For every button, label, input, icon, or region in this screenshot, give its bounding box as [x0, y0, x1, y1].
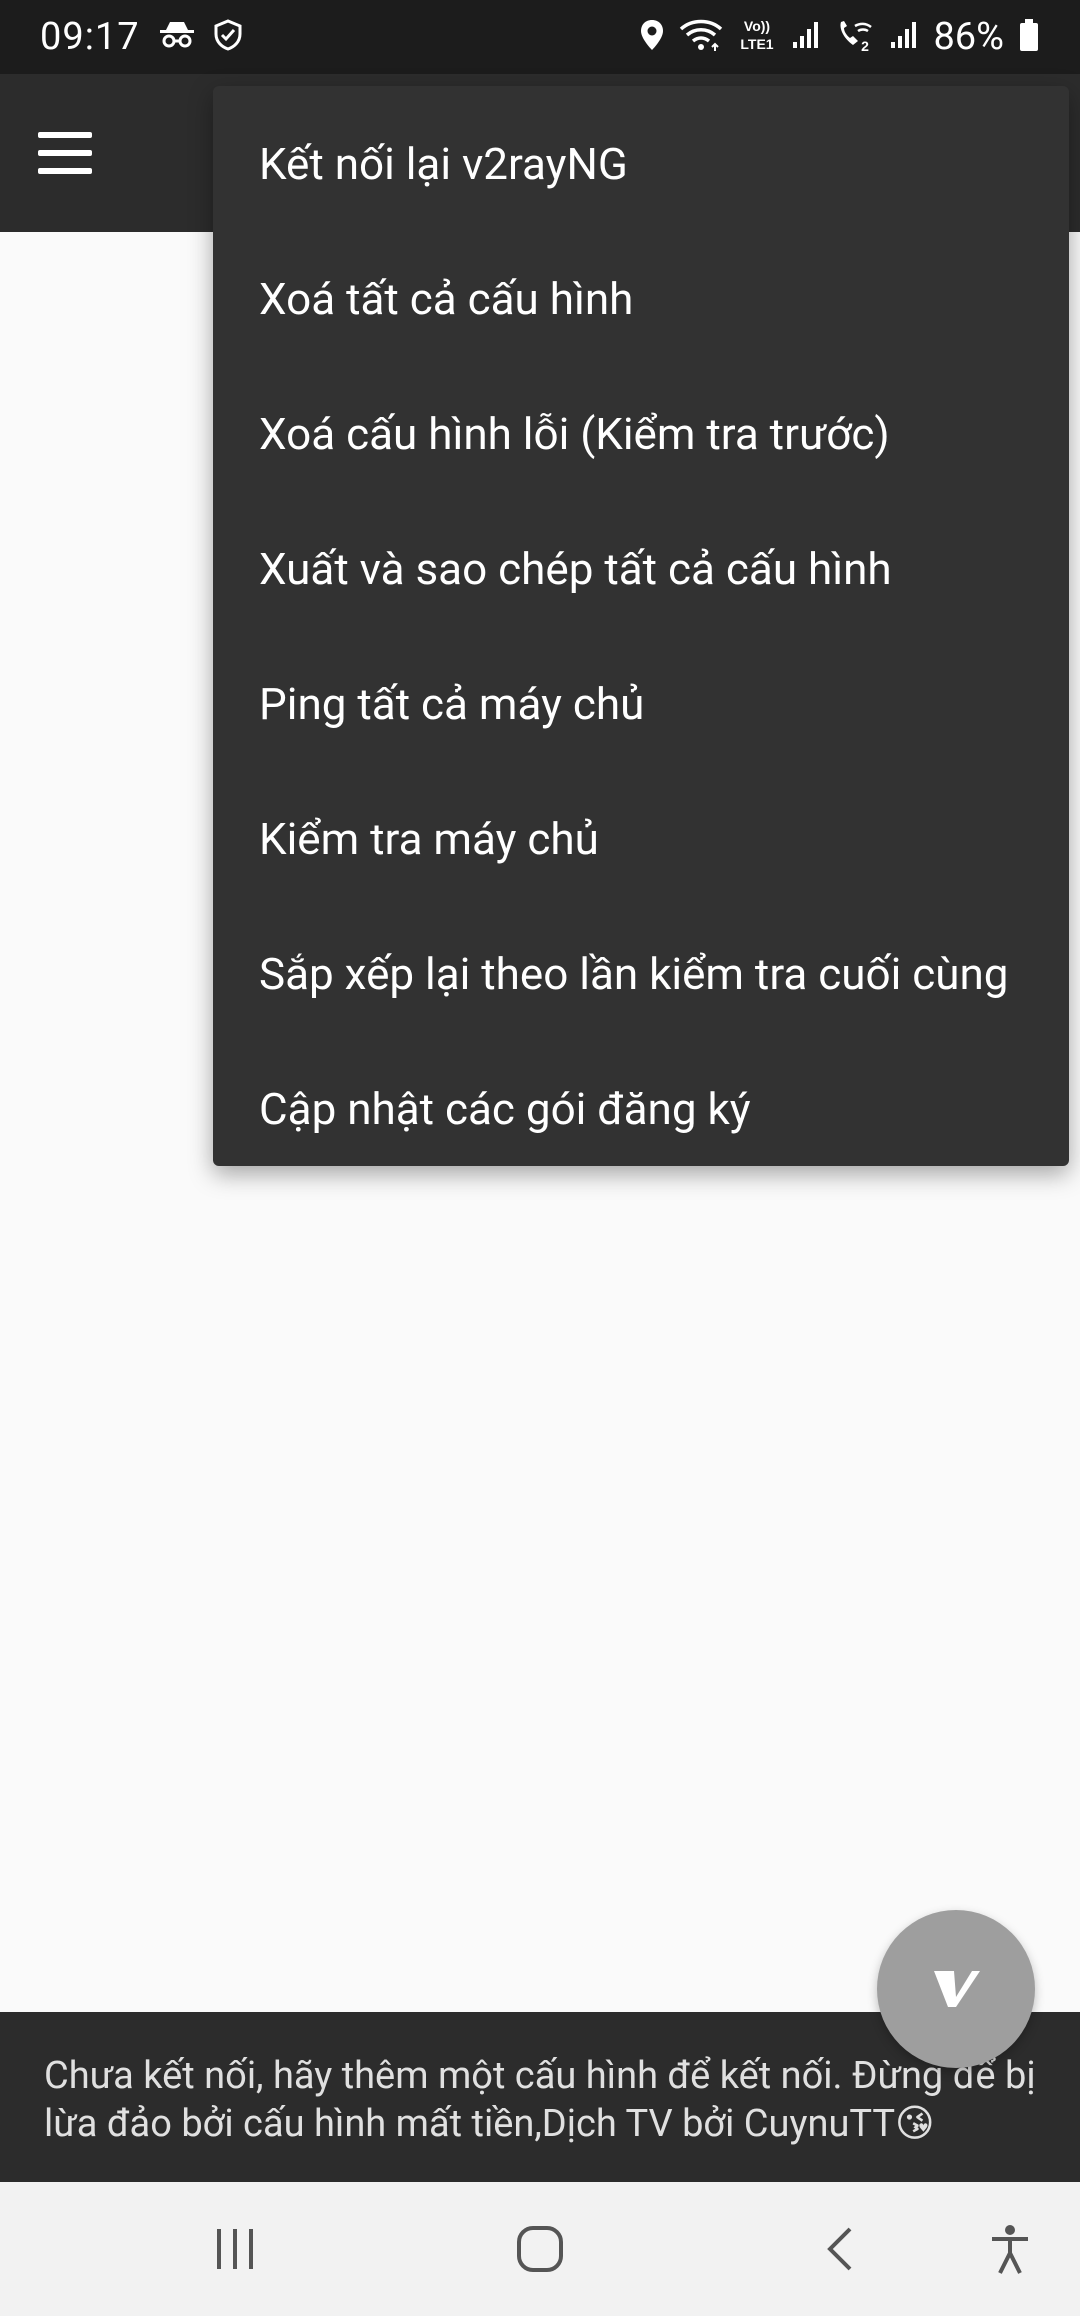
menu-item-label: Kiểm tra máy chủ	[259, 812, 599, 865]
wifi-call-icon: 2	[835, 18, 875, 56]
menu-item-restart-service[interactable]: Kết nối lại v2rayNG	[213, 96, 1069, 231]
connection-status-text: Chưa kết nối, hãy thêm một cấu hình để k…	[44, 2054, 1036, 2146]
battery-percent: 86%	[933, 15, 1004, 59]
location-icon	[639, 18, 665, 56]
menu-item-update-subscriptions[interactable]: Cập nhật các gói đăng ký	[213, 1041, 1069, 1176]
menu-item-ping-all[interactable]: Ping tất cả máy chủ	[213, 636, 1069, 771]
v2ray-logo-icon	[926, 1957, 986, 2021]
connect-fab[interactable]	[877, 1910, 1035, 2068]
status-left: 09:17	[40, 15, 242, 59]
wifi-icon	[679, 18, 723, 56]
svg-text:2: 2	[862, 38, 870, 52]
signal-icon	[791, 20, 821, 54]
menu-hamburger-icon[interactable]	[38, 113, 118, 193]
menu-item-label: Cập nhật các gói đăng ký	[259, 1082, 751, 1135]
recent-apps-icon[interactable]	[195, 2182, 275, 2316]
incognito-icon	[158, 20, 196, 54]
menu-item-label: Xoá tất cả cấu hình	[259, 272, 634, 325]
shield-icon	[214, 19, 242, 55]
accessibility-icon[interactable]	[970, 2182, 1050, 2316]
menu-item-label: Ping tất cả máy chủ	[259, 677, 645, 730]
back-icon[interactable]	[800, 2182, 880, 2316]
signal-2-icon	[889, 20, 919, 54]
menu-item-export-all[interactable]: Xuất và sao chép tất cả cấu hình	[213, 501, 1069, 636]
menu-item-real-ping-all[interactable]: Kiểm tra máy chủ	[213, 771, 1069, 906]
battery-icon	[1018, 18, 1040, 56]
menu-item-label: Sắp xếp lại theo lần kiểm tra cuối cùng	[259, 947, 1009, 1000]
menu-item-label: Xuất và sao chép tất cả cấu hình	[259, 542, 892, 595]
svg-text:LTE1: LTE1	[741, 36, 774, 52]
svg-text:Vo)): Vo))	[744, 18, 770, 34]
overflow-menu: Kết nối lại v2rayNG Xoá tất cả cấu hình …	[213, 86, 1069, 1166]
volte-icon: Vo)) LTE1	[737, 17, 777, 57]
status-bar: 09:17 Vo)) LTE1 2 86%	[0, 0, 1080, 74]
home-icon[interactable]	[500, 2182, 580, 2316]
menu-item-delete-all-config[interactable]: Xoá tất cả cấu hình	[213, 231, 1069, 366]
menu-item-label: Kết nối lại v2rayNG	[259, 137, 628, 190]
status-right: Vo)) LTE1 2 86%	[639, 15, 1040, 59]
menu-item-label: Xoá cấu hình lỗi (Kiểm tra trước)	[259, 407, 890, 460]
system-nav-bar	[0, 2182, 1080, 2316]
status-time: 09:17	[40, 15, 140, 59]
menu-item-sort-by-test[interactable]: Sắp xếp lại theo lần kiểm tra cuối cùng	[213, 906, 1069, 1041]
menu-item-delete-invalid-config[interactable]: Xoá cấu hình lỗi (Kiểm tra trước)	[213, 366, 1069, 501]
